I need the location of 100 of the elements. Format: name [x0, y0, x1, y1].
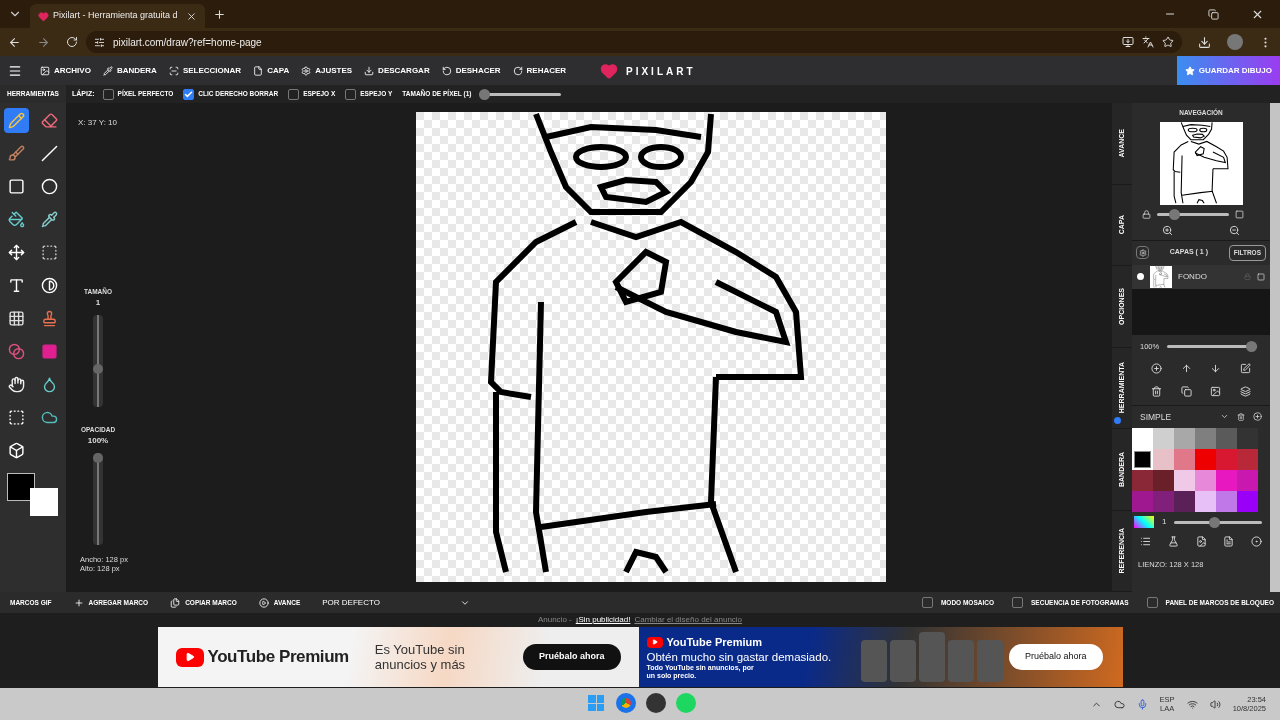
checkbox[interactable]	[288, 88, 300, 100]
color-swatch[interactable]	[1132, 470, 1153, 492]
translate-icon[interactable]	[1142, 36, 1154, 48]
save-button[interactable]: GUARDAR DIBUJO	[1176, 56, 1280, 85]
list-icon[interactable]	[1140, 536, 1151, 548]
menu-button[interactable]: DESHACER	[435, 64, 507, 77]
color-swatch[interactable]	[1237, 491, 1258, 513]
browser-app-icon[interactable]	[616, 693, 636, 713]
slider-thumb[interactable]	[479, 88, 491, 100]
zoom-out-icon[interactable]	[1229, 224, 1240, 236]
checkbox[interactable]	[1146, 597, 1158, 608]
try-button[interactable]: Pruébalo ahora	[522, 644, 621, 670]
zoom-slider[interactable]	[1157, 208, 1229, 221]
flask-icon[interactable]	[1167, 536, 1179, 548]
checkbox[interactable]	[102, 88, 114, 100]
wifi-icon[interactable]	[1186, 698, 1198, 710]
layer-opacity-slider[interactable]	[1167, 340, 1258, 353]
menu-button[interactable]: DESCARGAR	[358, 64, 436, 77]
new-tab-icon[interactable]	[212, 7, 226, 21]
profile-avatar[interactable]	[1227, 34, 1243, 50]
color-swatch[interactable]	[1153, 428, 1174, 450]
color-swatch[interactable]	[1174, 491, 1195, 513]
start-icon[interactable]	[586, 693, 606, 713]
recorder-app-icon[interactable]	[646, 693, 666, 713]
back-icon[interactable]	[8, 35, 21, 49]
cloud-icon[interactable]	[1113, 698, 1125, 710]
trash-icon[interactable]	[1151, 385, 1163, 397]
trash-icon[interactable]	[1237, 412, 1245, 421]
file-import-icon[interactable]	[1195, 536, 1207, 548]
zoom-in-icon[interactable]	[1162, 224, 1173, 236]
color-swatch[interactable]	[1195, 491, 1216, 513]
add-layer-icon[interactable]	[1151, 362, 1163, 374]
slider-thumb[interactable]	[93, 363, 103, 374]
primary-color-swatch[interactable]	[7, 473, 35, 501]
menu-button[interactable]: AJUSTES	[295, 64, 359, 77]
color-swatch[interactable]	[1195, 449, 1216, 471]
vertical-slider[interactable]	[93, 452, 103, 545]
color-swatch[interactable]	[1216, 428, 1237, 450]
checkbox[interactable]	[921, 597, 933, 608]
menu-button[interactable]: ARCHIVO	[34, 64, 97, 77]
slider-thumb[interactable]	[1169, 209, 1181, 221]
no-ads-link[interactable]: ¡Sin publicidad!	[575, 614, 631, 626]
edit-icon[interactable]	[1239, 362, 1251, 374]
checkbox[interactable]	[1012, 597, 1023, 608]
layer-row[interactable]: FONDO	[1132, 264, 1270, 289]
add-icon[interactable]	[1253, 412, 1262, 422]
vertical-slider[interactable]	[93, 314, 103, 407]
checkbox-icon[interactable]	[1257, 272, 1265, 281]
reload-icon[interactable]	[66, 36, 78, 48]
arrow-down-icon[interactable]	[1210, 362, 1222, 374]
color-swatch[interactable]	[1216, 470, 1237, 492]
slider-thumb[interactable]	[1246, 341, 1258, 352]
color-swatch[interactable]	[1216, 491, 1237, 513]
install-icon[interactable]	[1122, 36, 1134, 48]
try-button[interactable]: Pruébalo ahora	[1008, 644, 1103, 670]
layer-settings-button[interactable]	[1136, 246, 1149, 260]
merge-icon[interactable]	[1239, 385, 1251, 397]
browser-tab[interactable]: Pixilart - Herramienta gratuita d	[30, 4, 205, 28]
custom-color-button[interactable]	[1134, 516, 1154, 529]
menu-button[interactable]: BANDERA	[96, 64, 163, 77]
circle-icon[interactable]	[1251, 536, 1262, 548]
menu-icon[interactable]	[8, 63, 22, 78]
arrow-up-icon[interactable]	[1180, 362, 1192, 374]
color-swatch[interactable]	[1237, 449, 1258, 471]
pixel-size-slider[interactable]	[479, 88, 562, 100]
color-swatch[interactable]	[1174, 428, 1195, 450]
secondary-color-swatch[interactable]	[30, 488, 58, 516]
fit-icon[interactable]	[1235, 210, 1244, 220]
slider-thumb[interactable]	[93, 452, 103, 463]
brush-slider[interactable]	[1174, 516, 1263, 529]
close-icon[interactable]	[185, 10, 197, 22]
color-swatch[interactable]	[1132, 449, 1153, 471]
checkbox[interactable]	[345, 88, 357, 100]
download-icon[interactable]	[1198, 35, 1211, 49]
slider-thumb[interactable]	[1209, 516, 1221, 528]
color-swatch[interactable]	[1132, 428, 1153, 450]
file-icon[interactable]	[1223, 536, 1235, 548]
color-swatch[interactable]	[1174, 449, 1195, 471]
menu-button[interactable]: REHACER	[506, 64, 573, 77]
color-swatch[interactable]	[1174, 470, 1195, 492]
volume-icon[interactable]	[1209, 698, 1221, 710]
logo[interactable]: PIXILART	[600, 62, 696, 80]
bookmark-icon[interactable]	[1162, 36, 1174, 48]
color-swatch[interactable]	[1216, 449, 1237, 471]
restore-icon[interactable]	[1208, 8, 1219, 20]
color-swatch[interactable]	[1195, 428, 1216, 450]
menu-button[interactable]: CAPA	[247, 64, 296, 77]
menu-button[interactable]: SELECCIONAR	[162, 64, 248, 77]
address-bar[interactable]: pixilart.com/draw?ref=home-page	[86, 31, 1182, 53]
change-ad-link[interactable]: Cambiar el diseño del anuncio	[634, 614, 743, 626]
forward-icon[interactable]	[37, 35, 50, 49]
color-swatch[interactable]	[1195, 470, 1216, 492]
duplicate-icon[interactable]	[1180, 385, 1192, 397]
color-swatch[interactable]	[1153, 470, 1174, 492]
color-swatch[interactable]	[1153, 449, 1174, 471]
speed-dropdown[interactable]: POR DEFECTO	[322, 596, 470, 609]
site-info-icon[interactable]	[94, 36, 105, 48]
mic-icon[interactable]	[1136, 698, 1148, 710]
color-swatch[interactable]	[1237, 428, 1258, 450]
checkbox[interactable]	[183, 88, 195, 100]
